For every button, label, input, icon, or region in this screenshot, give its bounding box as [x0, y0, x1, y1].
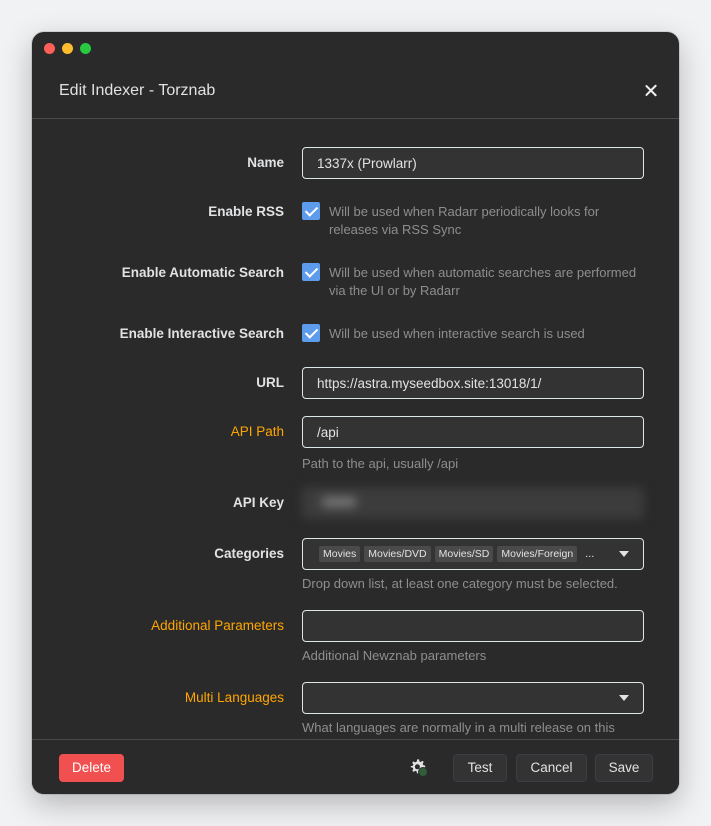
- minimize-window-button[interactable]: [62, 43, 73, 54]
- maximize-window-button[interactable]: [80, 43, 91, 54]
- enable-interactive-checkbox[interactable]: [302, 324, 320, 342]
- enable-rss-help: Will be used when Radarr periodically lo…: [329, 204, 600, 237]
- enable-auto-label: Enable Automatic Search: [121, 265, 284, 280]
- name-label: Name: [247, 155, 284, 170]
- additional-params-help: Additional Newznab parameters: [302, 648, 487, 663]
- more-categories-indicator: ...: [585, 548, 595, 560]
- cancel-button[interactable]: Cancel: [516, 754, 587, 782]
- delete-button[interactable]: Delete: [59, 754, 124, 782]
- modal-body: Name Enable RSS Will be used when Radarr…: [32, 120, 679, 740]
- save-button[interactable]: Save: [595, 754, 653, 782]
- chevron-down-icon: [619, 551, 629, 557]
- modal-header: Edit Indexer - Torznab: [32, 66, 679, 119]
- name-input[interactable]: [302, 147, 644, 179]
- enable-auto-help: Will be used when automatic searches are…: [329, 265, 637, 298]
- enable-interactive-help: Will be used when interactive search is …: [329, 326, 585, 341]
- enable-rss-label: Enable RSS: [208, 204, 284, 219]
- api-key-input-obscured[interactable]: [302, 487, 644, 519]
- modal-window: Edit Indexer - Torznab Name Enable RSS W…: [32, 32, 679, 794]
- multi-languages-label: Multi Languages: [184, 690, 284, 705]
- modal-title: Edit Indexer - Torznab: [59, 82, 216, 99]
- categories-select[interactable]: Movies Movies/DVD Movies/SD Movies/Forei…: [302, 538, 644, 570]
- multi-languages-help: What languages are normally in a multi r…: [302, 720, 615, 735]
- close-window-button[interactable]: [44, 43, 55, 54]
- test-button[interactable]: Test: [453, 754, 507, 782]
- category-tags: Movies Movies/DVD Movies/SD Movies/Forei…: [319, 546, 594, 562]
- category-tag: Movies/Foreign: [497, 546, 578, 562]
- close-icon[interactable]: [643, 83, 659, 99]
- category-tag: Movies/SD: [434, 546, 494, 562]
- multi-languages-select[interactable]: [302, 682, 644, 714]
- api-path-help: Path to the api, usually /api: [302, 456, 459, 471]
- api-path-input[interactable]: [302, 416, 644, 448]
- chevron-down-icon: [619, 695, 629, 701]
- additional-params-input[interactable]: [302, 610, 644, 642]
- enable-rss-checkbox[interactable]: [302, 202, 320, 220]
- url-label: URL: [256, 375, 284, 390]
- enable-auto-checkbox[interactable]: [302, 263, 320, 281]
- window-controls: [44, 43, 91, 54]
- additional-params-label: Additional Parameters: [151, 618, 284, 633]
- categories-help: Drop down list, at least one category mu…: [302, 576, 618, 591]
- api-key-label: API Key: [232, 495, 284, 510]
- categories-label: Categories: [214, 546, 284, 561]
- gear-icon: [410, 759, 428, 777]
- api-path-label: API Path: [230, 424, 284, 439]
- modal-footer: Delete Test Cancel Save: [32, 739, 679, 794]
- category-tag: Movies: [319, 546, 361, 562]
- category-tag: Movies/DVD: [364, 546, 431, 562]
- url-input[interactable]: [302, 367, 644, 399]
- enable-interactive-label: Enable Interactive Search: [119, 326, 284, 341]
